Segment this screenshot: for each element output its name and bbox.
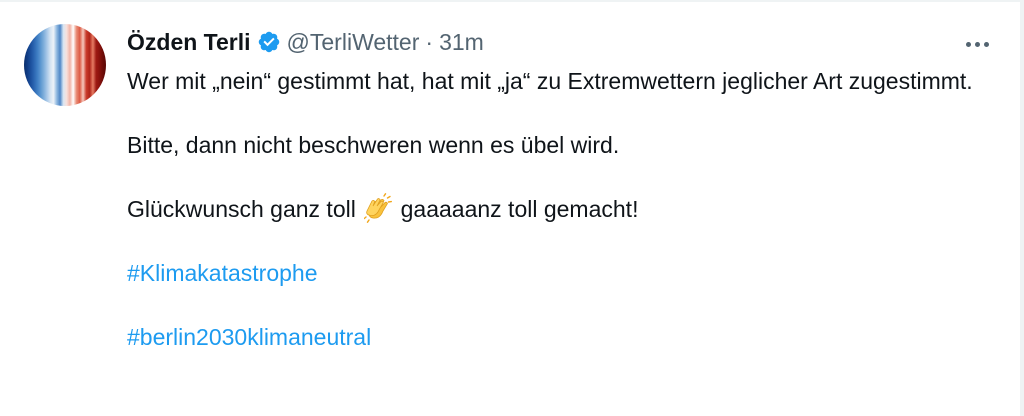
avatar[interactable]: [24, 24, 106, 106]
display-name[interactable]: Özden Terli: [127, 24, 251, 60]
hashtag-paragraph: #Klimakatastrophe: [127, 257, 987, 289]
divider: [0, 0, 1024, 2]
divider: [1020, 0, 1024, 416]
tweet[interactable]: Özden Terli @TerliWetter · 31m Wer mit „…: [0, 0, 1024, 416]
timestamp[interactable]: 31m: [439, 24, 484, 60]
tweet-header: Özden Terli @TerliWetter · 31m: [127, 24, 994, 60]
tweet-text: Wer mit „nein“ gestimmt hat, hat mit „ja…: [127, 65, 987, 353]
tweet-paragraph: Glückwunsch ganz toll gaaaaanz toll gema…: [127, 193, 987, 225]
separator-dot: ·: [425, 29, 434, 55]
tweet-text-fragment: gaaaaanz toll gemacht!: [400, 196, 639, 222]
hashtag-link[interactable]: #berlin2030klimaneutral: [127, 321, 371, 353]
tweet-text-fragment: Glückwunsch ganz toll: [127, 196, 356, 222]
hashtag-paragraph: #berlin2030klimaneutral: [127, 321, 987, 353]
user-handle[interactable]: @TerliWetter: [287, 24, 420, 60]
tweet-paragraph: Bitte, dann nicht beschweren wenn es übe…: [127, 132, 620, 158]
tweet-paragraph: Wer mit „nein“ gestimmt hat, hat mit „ja…: [127, 68, 973, 94]
hashtag-link[interactable]: #Klimakatastrophe: [127, 257, 318, 289]
verified-badge-icon: [258, 31, 279, 53]
clapping-hands-emoji-icon: [364, 193, 393, 223]
tweet-content: Özden Terli @TerliWetter · 31m Wer mit „…: [127, 24, 994, 353]
